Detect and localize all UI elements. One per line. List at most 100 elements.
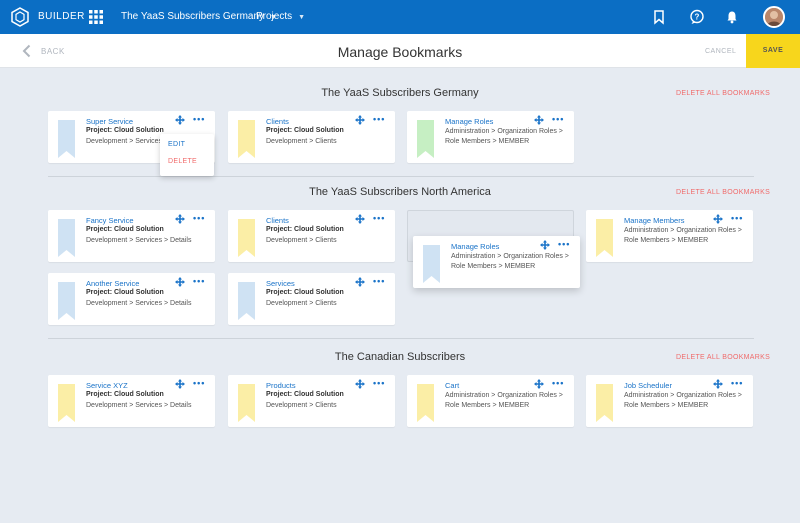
save-button[interactable]: SAVE [746,34,800,68]
more-options-icon[interactable]: ••• [193,114,205,124]
bookmark-project: Project: Cloud Solution [266,127,344,134]
move-icon[interactable] [713,379,723,389]
user-face-icon [765,8,783,26]
delete-all-bookmarks-button[interactable]: DELETE ALL BOOKMARKS [676,90,770,97]
bookmark-ribbon-icon [238,120,255,158]
bookmark-card[interactable]: Products Project: Cloud Solution Develop… [228,375,395,427]
bookmark-card[interactable]: Another Service Project: Cloud Solution … [48,273,215,325]
more-options-icon[interactable]: ••• [373,378,385,388]
bookmark-title[interactable]: Super Service [86,117,133,126]
bookmark-card[interactable]: Manage Roles Administration > Organizati… [407,111,574,163]
move-icon[interactable] [355,277,365,287]
bookmark-title[interactable]: Manage Members [624,216,684,225]
bookmark-icon[interactable] [651,9,667,25]
bookmark-ribbon-icon [238,219,255,257]
bookmark-card[interactable]: Job Scheduler Administration > Organizat… [586,375,753,427]
bookmark-project: Project: Cloud Solution [266,289,344,296]
bookmark-title[interactable]: Fancy Service [86,216,134,225]
delete-all-bookmarks-button[interactable]: DELETE ALL BOOKMARKS [676,189,770,196]
more-options-icon[interactable]: ••• [193,276,205,286]
move-icon[interactable] [355,379,365,389]
bookmark-title[interactable]: Manage Roles [451,242,499,251]
bookmark-ribbon-icon [58,120,75,158]
move-icon[interactable] [175,214,185,224]
delete-all-bookmarks-button[interactable]: DELETE ALL BOOKMARKS [676,354,770,361]
bookmark-ribbon-icon [417,384,434,422]
bookmark-ribbon-icon [238,282,255,320]
bookmark-path: Development > Services > Details [86,402,192,409]
more-options-icon[interactable]: ••• [552,378,564,388]
bookmark-title[interactable]: Job Scheduler [624,381,672,390]
bookmark-card[interactable]: Service XYZ Project: Cloud Solution Deve… [48,375,215,427]
more-options-icon[interactable]: ••• [552,114,564,124]
bookmark-card[interactable]: Clients Project: Cloud Solution Developm… [228,210,395,262]
move-icon[interactable] [534,379,544,389]
bell-icon[interactable] [724,9,740,25]
projects-menu[interactable]: Projects ▼ [256,11,305,22]
bookmark-path: Administration > Organization Roles > Ro… [624,227,742,244]
more-options-icon[interactable]: ••• [193,378,205,388]
bookmark-ribbon-icon [238,384,255,422]
brand-label[interactable]: BUILDER [38,11,85,22]
bookmark-options-menu: EDIT DELETE [160,134,214,176]
bookmark-card[interactable]: Services Project: Cloud Solution Develop… [228,273,395,325]
project-selector[interactable]: The YaaS Subscribers Germany ▼ [121,11,277,22]
more-options-icon[interactable]: ••• [373,276,385,286]
more-options-icon[interactable]: ••• [558,239,570,249]
move-icon[interactable] [540,240,550,250]
more-options-icon[interactable]: ••• [193,213,205,223]
bookmark-ribbon-icon [58,219,75,257]
move-icon[interactable] [175,115,185,125]
bookmark-path: Development > Clients [266,402,337,409]
bookmark-path: Development > Clients [266,138,337,145]
bookmark-ribbon-icon [417,120,434,158]
bookmark-title[interactable]: Clients [266,117,289,126]
menu-item-edit[interactable]: EDIT [168,141,185,148]
bookmark-title[interactable]: Clients [266,216,289,225]
svg-text:?: ? [695,13,700,22]
more-options-icon[interactable]: ••• [731,378,743,388]
bookmark-path: Development > Clients [266,237,337,244]
cancel-button[interactable]: CANCEL [705,48,736,55]
bookmark-project: Project: Cloud Solution [86,289,164,296]
bookmark-ribbon-icon [58,282,75,320]
move-icon[interactable] [355,214,365,224]
help-chat-icon[interactable]: ? [689,9,705,25]
bookmark-path: Administration > Organization Roles > Ro… [451,253,569,270]
move-icon[interactable] [713,214,723,224]
more-options-icon[interactable]: ••• [731,213,743,223]
bookmark-title[interactable]: Manage Roles [445,117,493,126]
top-bar: BUILDER The YaaS Subscribers Germany ▼ Pr… [0,0,800,34]
move-icon[interactable] [355,115,365,125]
bookmark-card-dragging[interactable]: Manage Roles Administration > Organizati… [413,236,580,288]
app-grid-icon[interactable] [89,10,103,24]
yaas-logo-icon[interactable] [10,7,30,27]
more-options-icon[interactable]: ••• [373,114,385,124]
bookmark-project: Project: Cloud Solution [266,391,344,398]
move-icon[interactable] [534,115,544,125]
bookmark-path: Administration > Organization Roles > Ro… [445,392,563,409]
page-title: Manage Bookmarks [337,44,463,60]
bookmark-card[interactable]: Cart Administration > Organization Roles… [407,375,574,427]
more-options-icon[interactable]: ••• [373,213,385,223]
move-icon[interactable] [175,379,185,389]
bookmark-title[interactable]: Products [266,381,296,390]
user-avatar[interactable] [763,6,785,28]
bookmark-ribbon-icon [596,219,613,257]
bookmark-card[interactable]: Fancy Service Project: Cloud Solution De… [48,210,215,262]
bookmark-ribbon-icon [58,384,75,422]
bookmark-card[interactable]: Manage Members Administration > Organiza… [586,210,753,262]
bookmark-title[interactable]: Services [266,279,295,288]
bookmark-title[interactable]: Cart [445,381,459,390]
bookmark-title[interactable]: Another Service [86,279,139,288]
chevron-down-icon: ▼ [298,14,306,21]
bookmark-project: Project: Cloud Solution [86,391,164,398]
bookmark-project: Project: Cloud Solution [266,226,344,233]
bookmark-title[interactable]: Service XYZ [86,381,128,390]
section-divider [48,338,754,339]
move-icon[interactable] [175,277,185,287]
action-bar: BACK Manage Bookmarks CANCEL SAVE [0,34,800,68]
bookmark-card[interactable]: Clients Project: Cloud Solution Developm… [228,111,395,163]
bookmark-path: Development > Services > Details [86,237,192,244]
menu-item-delete[interactable]: DELETE [168,158,197,165]
